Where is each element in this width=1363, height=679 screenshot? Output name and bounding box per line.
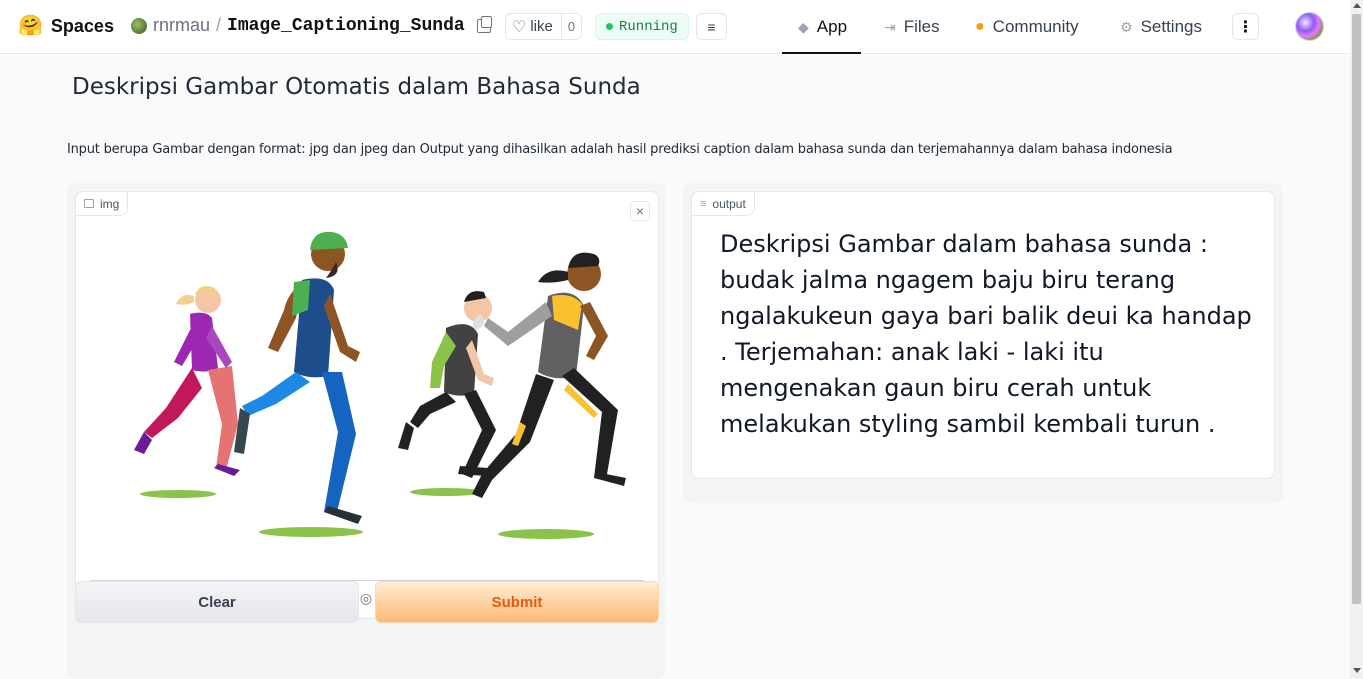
more-options-button[interactable]: ⋮ (1232, 13, 1259, 40)
list-icon: ≡ (707, 18, 716, 35)
top-navbar: 🤗 Spaces rnrmau / Image_Captioning_Sunda… (0, 0, 1350, 54)
breadcrumb-separator: / (216, 15, 222, 35)
tab-app[interactable]: ◆ App (781, 0, 862, 54)
vertical-scrollbar[interactable] (1350, 0, 1363, 679)
tab-settings-label: Settings (1140, 17, 1202, 36)
submit-button[interactable]: Submit (375, 581, 659, 623)
status-text: Running (619, 18, 678, 35)
tab-files-label: Files (903, 17, 940, 36)
clear-image-button[interactable]: × (630, 201, 650, 221)
output-panel: ≡ output Deskripsi Gambar dalam bahasa s… (683, 183, 1283, 503)
cube-icon: ◆ (798, 18, 809, 35)
tab-community-label: Community (992, 17, 1079, 36)
page-description: Input berupa Gambar dengan format: jpg d… (67, 142, 1173, 157)
text-icon: ≡ (700, 197, 707, 210)
copy-icon[interactable] (476, 15, 492, 33)
logs-button[interactable]: ≡ (696, 13, 727, 40)
image-input[interactable]: img × ◎ (75, 191, 659, 619)
owner-avatar (131, 17, 147, 34)
output-label: ≡ output (691, 191, 755, 216)
status-dot-icon (606, 23, 613, 30)
heart-icon: ♡ (512, 18, 527, 36)
tab-settings[interactable]: ⚙ Settings (1120, 0, 1202, 54)
output-textbox: ≡ output Deskripsi Gambar dalam bahasa s… (691, 191, 1275, 479)
tab-files[interactable]: ⇥ Files (884, 0, 940, 54)
image-input-label: img (75, 191, 129, 216)
community-icon: ● (975, 18, 985, 35)
owner-link[interactable]: rnrmau (153, 15, 210, 36)
status-badge[interactable]: Running (595, 13, 689, 40)
repo-breadcrumb: rnrmau / Image_Captioning_Sunda (131, 15, 492, 36)
hugging-face-icon: 🤗 (18, 15, 43, 37)
like-count[interactable]: 0 (560, 14, 581, 39)
user-avatar[interactable] (1295, 12, 1324, 41)
tab-community[interactable]: ● Community (975, 0, 1079, 54)
uploaded-image-runners (134, 231, 626, 539)
like-label: like (530, 18, 553, 35)
scroll-down-arrow-icon[interactable] (1353, 668, 1361, 673)
gear-icon: ⚙ (1120, 18, 1133, 35)
output-text: Deskripsi Gambar dalam bahasa sunda : bu… (720, 230, 1252, 438)
image-label-text: img (100, 196, 120, 211)
tab-app-label: App (816, 17, 848, 36)
output-label-text: output (712, 196, 746, 211)
close-icon: × (635, 203, 645, 219)
scroll-thumb[interactable] (1352, 14, 1361, 604)
repo-name-link[interactable]: Image_Captioning_Sunda (227, 16, 465, 36)
vertical-dots-icon: ⋮ (1237, 18, 1254, 36)
clear-button[interactable]: Clear (75, 581, 359, 623)
files-icon: ⇥ (884, 18, 896, 35)
page-title: Deskripsi Gambar Otomatis dalam Bahasa S… (72, 74, 641, 100)
webcam-icon[interactable]: ◎ (358, 590, 374, 606)
image-icon (84, 199, 94, 208)
like-button[interactable]: ♡ like 0 (505, 13, 583, 40)
scroll-up-arrow-icon[interactable] (1353, 3, 1361, 8)
spaces-logo[interactable]: 🤗 Spaces (18, 14, 114, 38)
logo-text: Spaces (50, 15, 114, 36)
